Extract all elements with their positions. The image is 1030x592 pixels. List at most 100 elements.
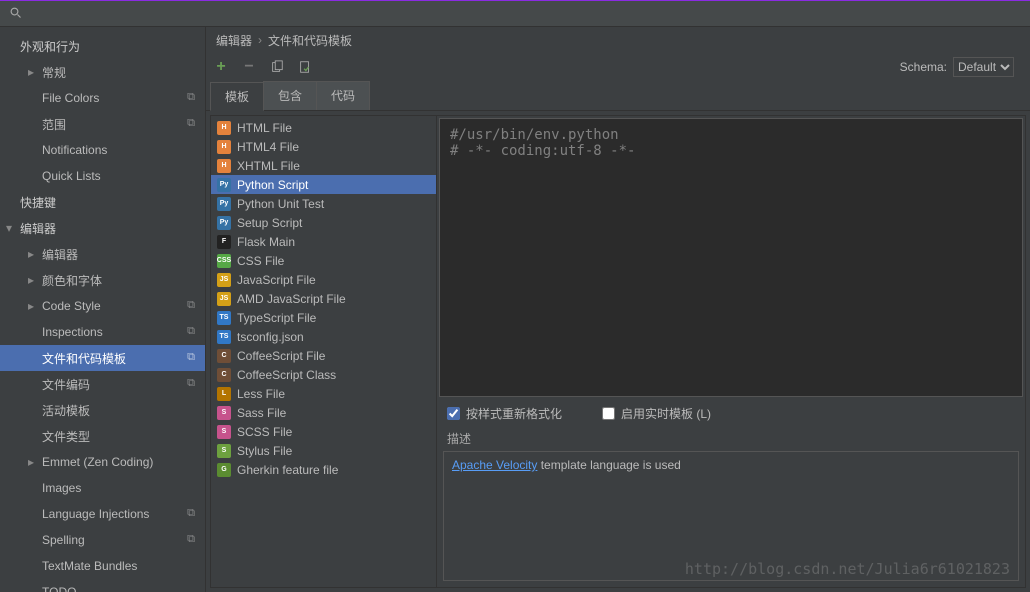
file-type-icon: JS xyxy=(217,292,231,306)
template-item-label: JavaScript File xyxy=(237,273,316,287)
template-item-8[interactable]: JSJavaScript File xyxy=(211,270,436,289)
sidebar-item-10[interactable]: ▸Code Style⧉ xyxy=(0,293,205,319)
sidebar-item-2[interactable]: File Colors⧉ xyxy=(0,85,205,111)
sidebar-item-7[interactable]: ▾编辑器 xyxy=(0,215,205,241)
sidebar-item-label: File Colors xyxy=(42,91,99,105)
sidebar-item-18[interactable]: Language Injections⧉ xyxy=(0,501,205,527)
sidebar-item-label: 颜色和字体 xyxy=(42,272,102,289)
sidebar-item-21[interactable]: TODO xyxy=(0,579,205,592)
tab-0[interactable]: 模板 xyxy=(210,82,264,111)
template-item-10[interactable]: TSTypeScript File xyxy=(211,308,436,327)
file-type-icon: Py xyxy=(217,178,231,192)
template-item-label: Stylus File xyxy=(237,444,292,458)
template-item-0[interactable]: HHTML File xyxy=(211,118,436,137)
sidebar-item-3[interactable]: 范围⧉ xyxy=(0,111,205,137)
sidebar-item-8[interactable]: ▸ 编辑器 xyxy=(0,241,205,267)
breadcrumb-current: 文件和代码模板 xyxy=(268,32,352,49)
add-button[interactable]: + xyxy=(212,58,230,76)
template-editor[interactable]: #/usr/bin/env.python # -*- coding:utf-8 … xyxy=(439,118,1023,397)
file-type-icon: C xyxy=(217,349,231,363)
tab-1[interactable]: 包含 xyxy=(263,81,317,110)
template-item-label: Less File xyxy=(237,387,285,401)
settings-tree[interactable]: 外观和行为▸常规File Colors⧉范围⧉NotificationsQuic… xyxy=(0,27,206,592)
sidebar-item-20[interactable]: TextMate Bundles xyxy=(0,553,205,579)
template-item-label: tsconfig.json xyxy=(237,330,304,344)
template-item-17[interactable]: SStylus File xyxy=(211,441,436,460)
chevron-right-icon: ▸ xyxy=(28,299,34,313)
sidebar-item-5[interactable]: Quick Lists xyxy=(0,163,205,189)
template-item-label: Setup Script xyxy=(237,216,302,230)
apache-velocity-link[interactable]: Apache Velocity xyxy=(452,458,537,472)
project-level-icon: ⧉ xyxy=(187,351,195,364)
sidebar-item-1[interactable]: ▸常规 xyxy=(0,59,205,85)
sidebar-item-19[interactable]: Spelling⧉ xyxy=(0,527,205,553)
reformat-checkbox[interactable]: 按样式重新格式化 xyxy=(447,405,562,422)
template-item-18[interactable]: GGherkin feature file xyxy=(211,460,436,479)
template-item-5[interactable]: PySetup Script xyxy=(211,213,436,232)
template-item-label: SCSS File xyxy=(237,425,292,439)
live-cb-input[interactable] xyxy=(602,407,615,420)
sidebar-item-label: 快捷键 xyxy=(20,194,56,211)
schema-select[interactable]: Default xyxy=(953,57,1014,77)
template-item-label: CoffeeScript File xyxy=(237,349,325,363)
sidebar-item-label: Images xyxy=(42,481,81,495)
breadcrumb-root[interactable]: 编辑器 xyxy=(216,32,252,49)
sidebar-item-17[interactable]: Images xyxy=(0,475,205,501)
sidebar-item-9[interactable]: ▸颜色和字体 xyxy=(0,267,205,293)
search-bar xyxy=(0,1,1030,27)
project-level-icon: ⧉ xyxy=(187,117,195,130)
sidebar-item-label: 编辑器 xyxy=(20,220,56,237)
template-item-11[interactable]: TStsconfig.json xyxy=(211,327,436,346)
sidebar-item-6[interactable]: 快捷键 xyxy=(0,189,205,215)
template-item-6[interactable]: FFlask Main xyxy=(211,232,436,251)
sidebar-item-16[interactable]: ▸Emmet (Zen Coding) xyxy=(0,449,205,475)
sidebar-item-label: 文件类型 xyxy=(42,428,90,445)
sidebar-item-15[interactable]: 文件类型 xyxy=(0,423,205,449)
file-type-icon: H xyxy=(217,159,231,173)
tab-2[interactable]: 代码 xyxy=(316,81,370,110)
live-template-checkbox[interactable]: 启用实时模板 (L) xyxy=(602,405,711,422)
sidebar-item-13[interactable]: 文件编码⧉ xyxy=(0,371,205,397)
template-item-13[interactable]: CCoffeeScript Class xyxy=(211,365,436,384)
template-item-1[interactable]: HHTML4 File xyxy=(211,137,436,156)
sidebar-item-label: Code Style xyxy=(42,299,101,313)
file-type-icon: S xyxy=(217,406,231,420)
sidebar-item-label: Language Injections xyxy=(42,507,149,521)
copy-button[interactable] xyxy=(268,58,286,76)
sidebar-item-12[interactable]: 文件和代码模板⧉ xyxy=(0,345,205,371)
sidebar-item-label: TextMate Bundles xyxy=(42,559,137,573)
template-item-4[interactable]: PyPython Unit Test xyxy=(211,194,436,213)
sidebar-item-label: Emmet (Zen Coding) xyxy=(42,455,153,469)
template-item-label: TypeScript File xyxy=(237,311,316,325)
template-item-label: Gherkin feature file xyxy=(237,463,338,477)
chevron-right-icon: ▸ xyxy=(28,247,34,261)
toolbar: + − Schema: Default xyxy=(206,53,1030,81)
template-item-15[interactable]: SSass File xyxy=(211,403,436,422)
template-item-16[interactable]: S SCSS File xyxy=(211,422,436,441)
sidebar-item-label: 外观和行为 xyxy=(20,38,80,55)
file-type-icon: H xyxy=(217,140,231,154)
sidebar-item-14[interactable]: 活动模板 xyxy=(0,397,205,423)
file-type-icon: S xyxy=(217,425,231,439)
sidebar-item-0[interactable]: 外观和行为 xyxy=(0,33,205,59)
template-item-14[interactable]: LLess File xyxy=(211,384,436,403)
sidebar-item-11[interactable]: Inspections⧉ xyxy=(0,319,205,345)
template-item-2[interactable]: HXHTML File xyxy=(211,156,436,175)
template-list[interactable]: HHTML FileHHTML4 FileHXHTML FilePyPython… xyxy=(211,116,437,587)
template-item-7[interactable]: CSSCSS File xyxy=(211,251,436,270)
template-item-label: Python Unit Test xyxy=(237,197,324,211)
remove-button[interactable]: − xyxy=(240,58,258,76)
reformat-cb-input[interactable] xyxy=(447,407,460,420)
template-item-9[interactable]: JSAMD JavaScript File xyxy=(211,289,436,308)
sidebar-item-label: 编辑器 xyxy=(42,246,78,263)
chevron-right-icon: ▸ xyxy=(28,65,34,79)
template-item-12[interactable]: C CoffeeScript File xyxy=(211,346,436,365)
search-input[interactable] xyxy=(6,3,201,25)
template-item-3[interactable]: Py Python Script xyxy=(211,175,436,194)
sidebar-item-4[interactable]: Notifications xyxy=(0,137,205,163)
description-label: 描述 xyxy=(437,428,1025,449)
description-text: template language is used xyxy=(537,458,680,472)
revert-button[interactable] xyxy=(296,58,314,76)
template-item-label: Python Script xyxy=(237,178,308,192)
sidebar-item-label: Inspections xyxy=(42,325,103,339)
